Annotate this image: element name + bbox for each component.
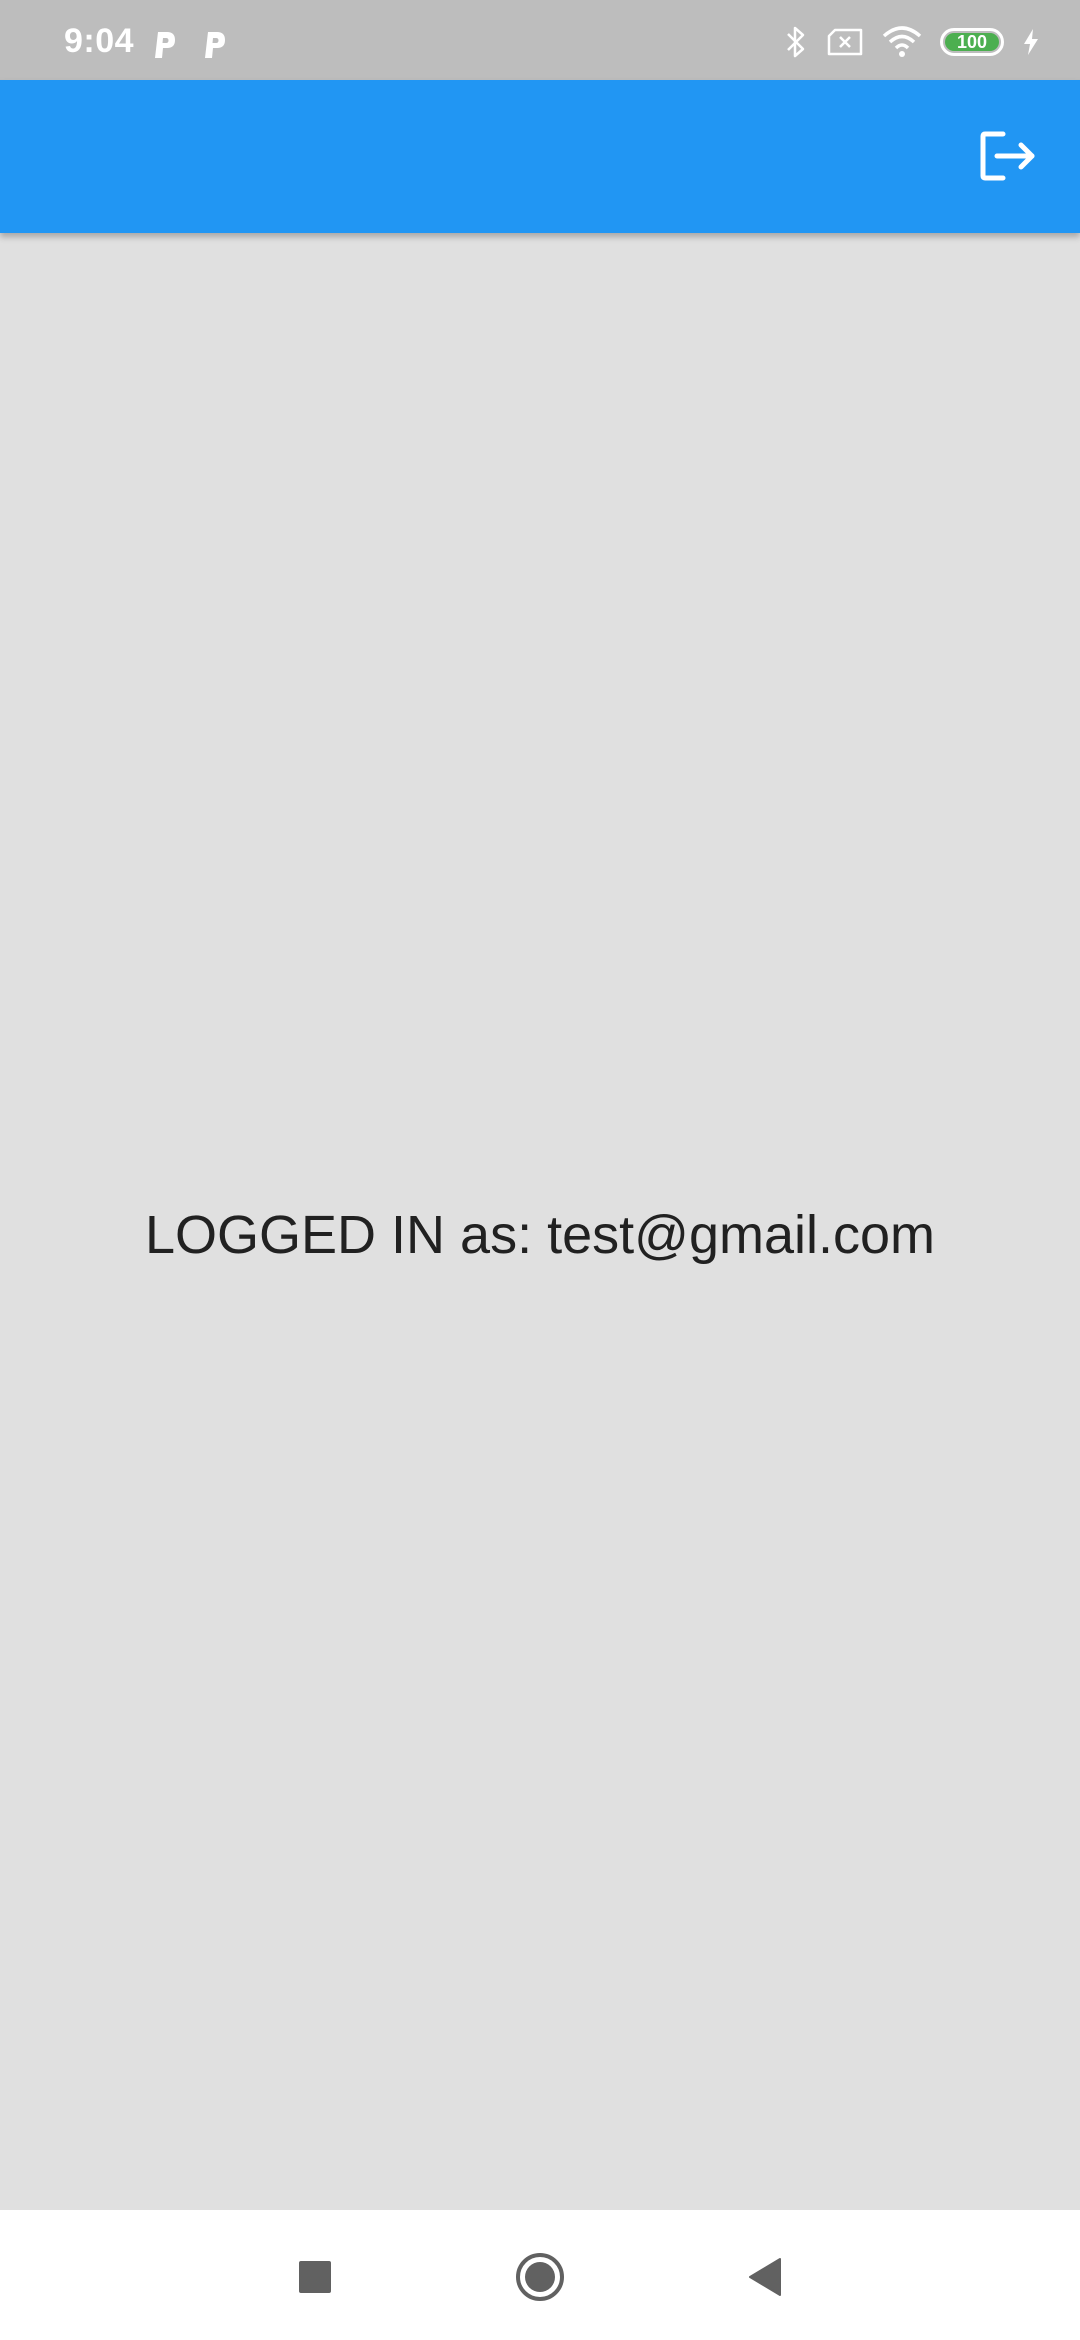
battery-icon: 100 [940, 28, 1004, 56]
charging-icon [1024, 29, 1038, 55]
sim-absent-icon [827, 28, 863, 56]
recents-icon [299, 2261, 331, 2293]
wifi-icon [882, 26, 922, 57]
logout-icon [980, 131, 1035, 181]
battery-level: 100 [956, 31, 988, 52]
main-content: LOGGED IN as: test@gmail.com [0, 233, 1080, 2210]
navigation-bar [0, 2210, 1080, 2340]
status-bar: 9:04 100 [0, 0, 1080, 80]
back-button[interactable] [735, 2247, 795, 2307]
home-icon [516, 2253, 564, 2301]
back-icon [749, 2258, 781, 2296]
bluetooth-icon [787, 26, 805, 58]
status-time: 9:04 [64, 22, 135, 60]
parking-icon [205, 32, 225, 58]
logout-button[interactable] [968, 116, 1048, 196]
status-icons: 100 [784, 22, 1040, 62]
parking-icon [155, 32, 175, 58]
home-button[interactable] [510, 2247, 570, 2307]
app-bar [0, 80, 1080, 233]
login-status-text: LOGGED IN as: test@gmail.com [144, 1204, 935, 1265]
recents-button[interactable] [285, 2247, 345, 2307]
